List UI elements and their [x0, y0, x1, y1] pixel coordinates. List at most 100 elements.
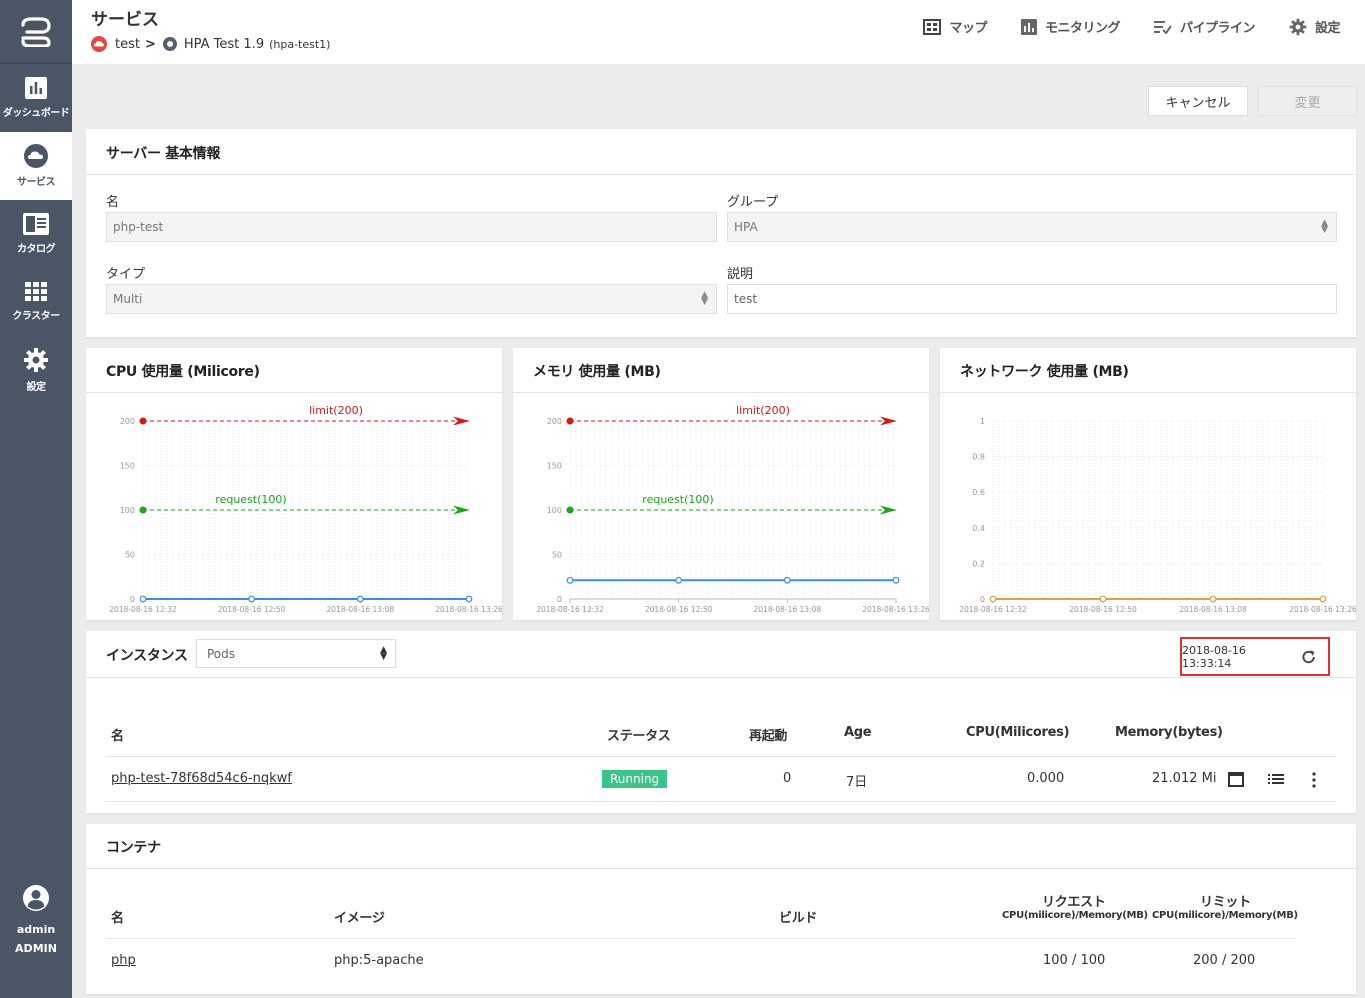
- more-options-icon[interactable]: [1311, 772, 1317, 788]
- nav-label: パイプライン: [1179, 21, 1256, 36]
- sidebar-item-label: サービス: [17, 177, 56, 188]
- group-value: HPA: [734, 220, 758, 234]
- top-navigation: マップ モニタリング パイプライン 設定: [923, 17, 1341, 36]
- data-point: [1209, 595, 1217, 603]
- y-tick-label: 0.2: [972, 559, 985, 568]
- y-tick-label: 100: [120, 506, 135, 515]
- user-role: ADMIN: [15, 942, 57, 955]
- x-tick-label: 2018-08-16 13:08: [327, 605, 395, 614]
- instances-title: インスタンス: [106, 648, 188, 664]
- book-icon: [23, 213, 49, 235]
- memory-chart: 200 150 100 50 02018-08-16 12:32 2018-08-16 1…: [536, 404, 929, 614]
- nav-map[interactable]: マップ: [923, 17, 987, 36]
- map-icon: [923, 18, 942, 35]
- sidebar-item-cluster[interactable]: クラスター: [0, 268, 72, 336]
- breadcrumb-project[interactable]: test: [115, 37, 140, 52]
- type-select[interactable]: Multi ▲ ▼: [106, 284, 717, 314]
- terminal-icon[interactable]: [1228, 772, 1244, 787]
- refresh-timestamp[interactable]: 2018-08-16 13:33:14: [1180, 637, 1330, 676]
- request-marker: [566, 506, 574, 514]
- log-list-icon[interactable]: [1268, 773, 1284, 785]
- network-chart: 1 0.8 0.6 0.4 0.2 02018-08-16 12:32 2018-08-16…: [959, 417, 1356, 614]
- y-tick-label: 0: [980, 595, 985, 604]
- y-tick-label: 200: [547, 417, 562, 426]
- data-point: [248, 595, 256, 603]
- breadcrumb: test > HPA Test 1.9 (hpa-test1): [91, 36, 330, 52]
- cancel-button[interactable]: キャンセル: [1148, 86, 1248, 116]
- request-marker: [139, 506, 147, 514]
- col-build: ビルド: [779, 911, 818, 926]
- user-name: admin: [16, 923, 56, 936]
- divider: [106, 756, 1336, 757]
- instances-panel: インスタンス Pods ▲ ▼ 2018-08-16 13:33:14 名 ステータ…: [86, 631, 1356, 813]
- group-select[interactable]: HPA ▲ ▼: [727, 212, 1337, 242]
- name-field[interactable]: php-test: [106, 212, 717, 242]
- col-age: Age: [844, 725, 872, 740]
- select-arrows-icon: ▲ ▼: [701, 290, 708, 307]
- group-label: グループ: [727, 195, 779, 210]
- container-limit: 200 / 200: [1193, 953, 1256, 968]
- y-tick-label: 0.8: [972, 453, 985, 462]
- limit-label: limit(200): [309, 404, 363, 417]
- select-arrows-icon: ▲ ▼: [380, 645, 387, 662]
- pipeline-icon: [1153, 20, 1172, 34]
- x-tick-label: 2018-08-16 12:50: [218, 605, 286, 614]
- sidebar-item-services[interactable]: サービス: [0, 132, 72, 200]
- col-limit-sub: CPU(milicore)/Memory(MB): [1152, 910, 1298, 921]
- y-tick-label: 50: [552, 551, 562, 560]
- monitoring-icon: [1020, 18, 1037, 35]
- request-label: request(100): [642, 493, 713, 506]
- x-tick-label: 2018-08-16 12:32: [109, 605, 177, 614]
- project-cloud-icon: [91, 36, 107, 52]
- app-logo[interactable]: [0, 0, 72, 64]
- sidebar-item-catalog[interactable]: カタログ: [0, 200, 72, 268]
- nav-label: モニタリング: [1044, 21, 1121, 36]
- pod-restarts: 0: [783, 771, 792, 786]
- sidebar-item-label: ダッシュボード: [2, 108, 70, 119]
- sidebar: ダッシュボード サービス カタログ クラスター 設定 admin ADMIN: [0, 0, 72, 998]
- pod-cpu: 0.000: [1027, 771, 1065, 786]
- nav-settings[interactable]: 設定: [1289, 17, 1341, 36]
- y-tick-label: 200: [120, 417, 135, 426]
- container-image: php:5-apache: [334, 953, 424, 968]
- col-limit: リミット: [1200, 895, 1251, 910]
- col-request: リクエスト: [1042, 895, 1106, 910]
- col-memory: Memory(bytes): [1115, 725, 1223, 740]
- sidebar-item-label: 設定: [26, 382, 47, 393]
- limit-label: limit(200): [736, 404, 790, 417]
- request-label: request(100): [215, 493, 286, 506]
- nav-monitoring[interactable]: モニタリング: [1020, 17, 1121, 36]
- data-point: [783, 576, 791, 584]
- pod-name-link[interactable]: php-test-78f68d54c6-nqkwf: [111, 771, 292, 786]
- nav-pipeline[interactable]: パイプライン: [1153, 17, 1256, 36]
- description-input[interactable]: test: [727, 284, 1337, 314]
- y-tick-label: 0: [557, 595, 562, 604]
- description-value: test: [734, 292, 758, 306]
- name-value: php-test: [113, 220, 164, 234]
- sidebar-item-label: クラスター: [12, 311, 60, 322]
- breadcrumb-service: HPA Test 1.9: [183, 36, 265, 52]
- instance-type-select[interactable]: Pods ▲ ▼: [196, 639, 396, 668]
- data-point: [1319, 595, 1327, 603]
- gear-icon: [24, 348, 48, 372]
- y-tick-label: 0.4: [972, 524, 985, 533]
- breadcrumb-separator: >: [144, 36, 156, 52]
- type-value: Multi: [113, 292, 143, 306]
- sidebar-item-settings[interactable]: 設定: [0, 336, 72, 404]
- container-name-link[interactable]: php: [111, 953, 136, 968]
- refresh-icon[interactable]: [1301, 649, 1316, 665]
- gear-icon: [1289, 18, 1307, 35]
- y-tick-label: 150: [120, 462, 135, 471]
- network-chart-panel: ネットワーク 使用量 (MB) 1 0.8 0.6 0.4 0.2 0 2018-08-16…: [940, 348, 1356, 620]
- change-button[interactable]: 変更: [1258, 86, 1357, 116]
- chart-title: メモリ 使用量 (MB): [533, 364, 661, 380]
- nav-label: マップ: [949, 21, 987, 36]
- chart-title: CPU 使用量 (Milicore): [106, 364, 260, 380]
- pod-age: 7日: [846, 775, 868, 790]
- desc-label: 説明: [727, 267, 754, 282]
- user-menu[interactable]: admin ADMIN: [0, 884, 72, 958]
- x-tick-label: 2018-08-16 13:26: [1289, 605, 1356, 614]
- sidebar-item-dashboard[interactable]: ダッシュボード: [0, 64, 72, 132]
- x-tick-label: 2018-08-16 12:32: [536, 605, 604, 614]
- select-arrows-icon: ▲ ▼: [1321, 218, 1328, 235]
